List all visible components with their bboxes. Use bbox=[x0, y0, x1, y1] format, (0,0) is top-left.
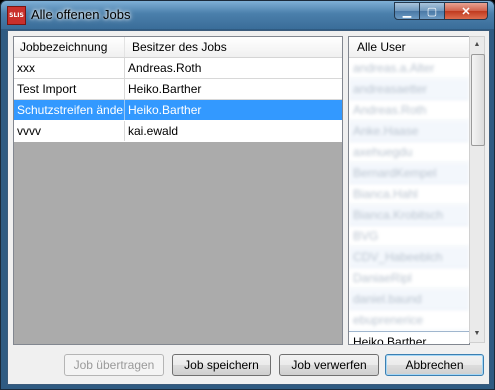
job-owner-cell: Andreas.Roth bbox=[128, 61, 202, 75]
transfer-job-button[interactable]: Job übertragen bbox=[64, 354, 164, 376]
job-name-cell: Test Import bbox=[14, 79, 125, 99]
dialog-client-area: Jobbezeichnung Besitzer des Jobs xxx Andr… bbox=[7, 30, 490, 385]
job-owner-cell: kai.ewald bbox=[128, 124, 179, 138]
list-item[interactable]: Andreas.Roth bbox=[349, 100, 469, 121]
column-header-owner[interactable]: Besitzer des Jobs bbox=[125, 37, 342, 57]
maximize-button[interactable]: ▢ bbox=[420, 2, 445, 20]
app-icon: SLIS bbox=[7, 6, 26, 25]
scroll-down-icon[interactable]: ▼ bbox=[470, 326, 484, 342]
title-bar[interactable]: SLIS Alle offenen Jobs ▁ ▢ ✕ bbox=[1, 1, 494, 29]
window-title: Alle offenen Jobs bbox=[31, 7, 131, 22]
scroll-up-icon[interactable]: ▲ bbox=[470, 37, 484, 53]
minimize-icon: ▁ bbox=[402, 5, 412, 18]
list-item[interactable]: CDV_Habeeblch bbox=[349, 247, 469, 268]
close-icon: ✕ bbox=[461, 5, 471, 18]
table-row[interactable]: Test Import Heiko.Barther bbox=[14, 79, 342, 100]
users-list[interactable]: Alle User andreas.a.Alter andreasaetter An… bbox=[348, 36, 470, 345]
list-item[interactable]: Anke.Haase bbox=[349, 121, 469, 142]
list-item[interactable]: daniel.baund bbox=[349, 289, 469, 310]
minimize-button[interactable]: ▁ bbox=[394, 2, 420, 20]
list-item[interactable]: Heiko.Barther bbox=[349, 331, 469, 344]
caption-buttons: ▁ ▢ ✕ bbox=[394, 2, 488, 20]
save-job-button[interactable]: Job speichern bbox=[172, 354, 271, 376]
maximize-icon: ▢ bbox=[426, 5, 438, 18]
close-button[interactable]: ✕ bbox=[445, 2, 488, 20]
list-item[interactable]: BernardKempel bbox=[349, 163, 469, 184]
job-owner-cell: Heiko.Barther bbox=[128, 103, 202, 117]
scrollbar-thumb[interactable] bbox=[471, 54, 485, 146]
users-scrollbar[interactable]: ▲ ▼ bbox=[469, 36, 485, 343]
users-list-body: andreas.a.Alter andreasaetter Andreas.Roth… bbox=[349, 58, 469, 331]
table-row[interactable]: Schutzstreifen ändern Heiko.Barther bbox=[14, 100, 342, 121]
jobs-table[interactable]: Jobbezeichnung Besitzer des Jobs xxx Andr… bbox=[13, 36, 343, 345]
list-item[interactable]: andreasaetter bbox=[349, 79, 469, 100]
list-item[interactable]: axehuegdu bbox=[349, 142, 469, 163]
jobs-table-body: xxx Andreas.Roth Test Import Heiko.Barther S… bbox=[14, 58, 342, 142]
list-item[interactable]: BVG bbox=[349, 226, 469, 247]
list-item[interactable]: Bianca.Hahl bbox=[349, 184, 469, 205]
dialog-window: SLIS Alle offenen Jobs ▁ ▢ ✕ Jobbezeichn… bbox=[0, 0, 495, 390]
table-row[interactable]: vvvv kai.ewald bbox=[14, 121, 342, 142]
discard-job-button[interactable]: Job verwerfen bbox=[279, 354, 379, 376]
job-owner-cell: Heiko.Barther bbox=[128, 82, 202, 96]
users-list-header[interactable]: Alle User bbox=[349, 37, 469, 58]
list-item[interactable]: DaniaeRipl bbox=[349, 268, 469, 289]
job-name-cell: xxx bbox=[14, 58, 125, 78]
job-name-cell: vvvv bbox=[14, 121, 125, 141]
table-row[interactable]: xxx Andreas.Roth bbox=[14, 58, 342, 79]
list-item[interactable]: ebuprenerice bbox=[349, 310, 469, 331]
column-header-jobname[interactable]: Jobbezeichnung bbox=[14, 37, 125, 57]
list-item[interactable]: Bianca.Krobitsch bbox=[349, 205, 469, 226]
jobs-table-header: Jobbezeichnung Besitzer des Jobs bbox=[14, 37, 342, 58]
list-item[interactable]: andreas.a.Alter bbox=[349, 58, 469, 79]
job-name-cell: Schutzstreifen ändern bbox=[14, 100, 125, 120]
cancel-button[interactable]: Abbrechen bbox=[385, 354, 484, 376]
